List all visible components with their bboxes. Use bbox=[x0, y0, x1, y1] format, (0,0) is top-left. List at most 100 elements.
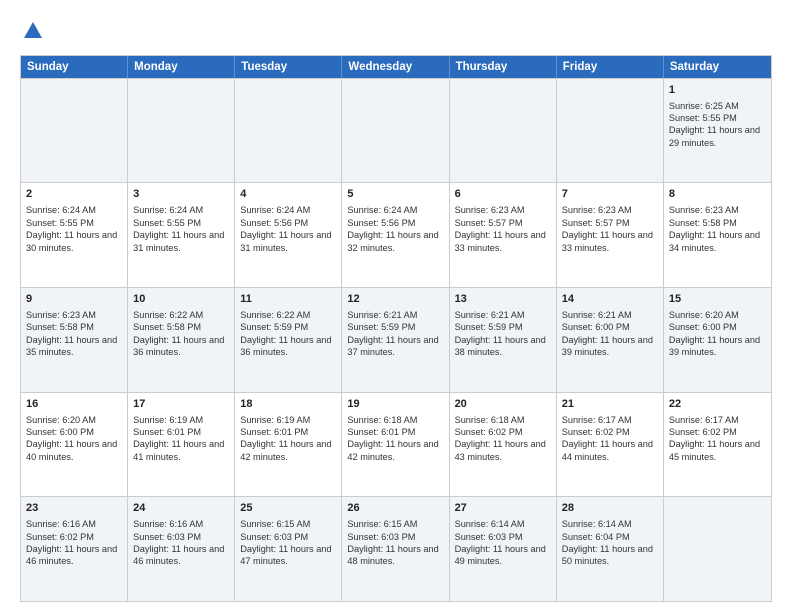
cell-day-number: 13 bbox=[455, 292, 551, 307]
cell-info-text: Sunrise: 6:23 AM bbox=[669, 204, 766, 216]
cell-info-text: Daylight: 11 hours and 40 minutes. bbox=[26, 438, 122, 463]
cell-info-text: Sunset: 5:55 PM bbox=[26, 217, 122, 229]
calendar-cell-4-4: 19Sunrise: 6:18 AMSunset: 6:01 PMDayligh… bbox=[342, 393, 449, 497]
cell-day-number: 21 bbox=[562, 397, 658, 412]
calendar-cell-3-4: 12Sunrise: 6:21 AMSunset: 5:59 PMDayligh… bbox=[342, 288, 449, 392]
cell-info-text: Daylight: 11 hours and 35 minutes. bbox=[26, 334, 122, 359]
cell-day-number: 6 bbox=[455, 187, 551, 202]
cell-info-text: Daylight: 11 hours and 29 minutes. bbox=[669, 124, 766, 149]
calendar-cell-5-7 bbox=[664, 497, 771, 601]
calendar-cell-4-1: 16Sunrise: 6:20 AMSunset: 6:00 PMDayligh… bbox=[21, 393, 128, 497]
cell-info-text: Sunrise: 6:24 AM bbox=[133, 204, 229, 216]
header bbox=[20, 16, 772, 47]
calendar-cell-1-7: 1Sunrise: 6:25 AMSunset: 5:55 PMDaylight… bbox=[664, 79, 771, 183]
calendar-row-3: 9Sunrise: 6:23 AMSunset: 5:58 PMDaylight… bbox=[21, 287, 771, 392]
calendar-cell-1-2 bbox=[128, 79, 235, 183]
cell-day-number: 7 bbox=[562, 187, 658, 202]
cell-info-text: Sunrise: 6:23 AM bbox=[562, 204, 658, 216]
cell-info-text: Sunset: 5:57 PM bbox=[455, 217, 551, 229]
cell-info-text: Sunrise: 6:21 AM bbox=[562, 309, 658, 321]
cell-info-text: Sunset: 5:59 PM bbox=[347, 321, 443, 333]
cell-info-text: Sunset: 6:02 PM bbox=[455, 426, 551, 438]
calendar-cell-4-5: 20Sunrise: 6:18 AMSunset: 6:02 PMDayligh… bbox=[450, 393, 557, 497]
calendar-cell-2-6: 7 Sunrise: 6:23 AMSunset: 5:57 PMDaylight… bbox=[557, 183, 664, 287]
weekday-header-thursday: Thursday bbox=[450, 56, 557, 78]
cell-info-text: Sunset: 6:01 PM bbox=[347, 426, 443, 438]
cell-info-text: Sunrise: 6:22 AM bbox=[240, 309, 336, 321]
cell-info-text: Sunset: 6:02 PM bbox=[562, 426, 658, 438]
calendar-cell-2-3: 4Sunrise: 6:24 AMSunset: 5:56 PMDaylight… bbox=[235, 183, 342, 287]
cell-info-text: Sunset: 5:57 PM bbox=[562, 217, 658, 229]
calendar-cell-5-4: 26Sunrise: 6:15 AMSunset: 6:03 PMDayligh… bbox=[342, 497, 449, 601]
cell-info-text: Sunrise: 6:21 AM bbox=[455, 309, 551, 321]
cell-info-text: Sunrise: 6:23 AM bbox=[455, 204, 551, 216]
cell-day-number: 20 bbox=[455, 397, 551, 412]
cell-info-text: Daylight: 11 hours and 46 minutes. bbox=[26, 543, 122, 568]
calendar-cell-3-3: 11Sunrise: 6:22 AMSunset: 5:59 PMDayligh… bbox=[235, 288, 342, 392]
calendar-cell-5-5: 27Sunrise: 6:14 AMSunset: 6:03 PMDayligh… bbox=[450, 497, 557, 601]
logo bbox=[20, 20, 44, 47]
calendar-cell-2-2: 3Sunrise: 6:24 AMSunset: 5:55 PMDaylight… bbox=[128, 183, 235, 287]
calendar-cell-3-7: 15Sunrise: 6:20 AMSunset: 6:00 PMDayligh… bbox=[664, 288, 771, 392]
cell-info-text: Sunrise: 6:24 AM bbox=[26, 204, 122, 216]
cell-info-text: Sunset: 6:02 PM bbox=[669, 426, 766, 438]
cell-info-text: Sunrise: 6:20 AM bbox=[669, 309, 766, 321]
cell-info-text: Sunrise: 6:24 AM bbox=[347, 204, 443, 216]
cell-info-text: Daylight: 11 hours and 30 minutes. bbox=[26, 229, 122, 254]
cell-info-text: Daylight: 11 hours and 34 minutes. bbox=[669, 229, 766, 254]
cell-info-text: Sunrise: 6:22 AM bbox=[133, 309, 229, 321]
calendar-row-5: 23 Sunrise: 6:16 AMSunset: 6:02 PMDayligh… bbox=[21, 496, 771, 601]
cell-info-text: Sunrise: 6:15 AM bbox=[347, 518, 443, 530]
cell-day-number: 4 bbox=[240, 187, 336, 202]
calendar-cell-1-1 bbox=[21, 79, 128, 183]
cell-info-text: Daylight: 11 hours and 45 minutes. bbox=[669, 438, 766, 463]
cell-info-text: Sunset: 5:55 PM bbox=[133, 217, 229, 229]
cell-info-text: Sunrise: 6:17 AM bbox=[562, 414, 658, 426]
cell-day-number: 8 bbox=[669, 187, 766, 202]
cell-info-text: Daylight: 11 hours and 33 minutes. bbox=[562, 229, 658, 254]
cell-info-text: Daylight: 11 hours and 42 minutes. bbox=[347, 438, 443, 463]
cell-day-number: 17 bbox=[133, 397, 229, 412]
cell-info-text: Sunrise: 6:19 AM bbox=[240, 414, 336, 426]
cell-info-text: Sunset: 5:59 PM bbox=[240, 321, 336, 333]
cell-info-text: Sunset: 5:59 PM bbox=[455, 321, 551, 333]
calendar: SundayMondayTuesdayWednesdayThursdayFrid… bbox=[20, 55, 772, 602]
cell-info-text: Sunset: 5:55 PM bbox=[669, 112, 766, 124]
cell-day-number: 15 bbox=[669, 292, 766, 307]
calendar-cell-3-1: 9Sunrise: 6:23 AMSunset: 5:58 PMDaylight… bbox=[21, 288, 128, 392]
cell-info-text: Sunrise: 6:20 AM bbox=[26, 414, 122, 426]
calendar-cell-4-3: 18 Sunrise: 6:19 AMSunset: 6:01 PMDayligh… bbox=[235, 393, 342, 497]
calendar-cell-1-3 bbox=[235, 79, 342, 183]
cell-day-number: 2 bbox=[26, 187, 122, 202]
weekday-header-saturday: Saturday bbox=[664, 56, 771, 78]
calendar-cell-5-1: 23 Sunrise: 6:16 AMSunset: 6:02 PMDayligh… bbox=[21, 497, 128, 601]
cell-info-text: Daylight: 11 hours and 42 minutes. bbox=[240, 438, 336, 463]
calendar-row-2: 2Sunrise: 6:24 AMSunset: 5:55 PMDaylight… bbox=[21, 182, 771, 287]
cell-info-text: Sunset: 5:56 PM bbox=[347, 217, 443, 229]
cell-day-number: 28 bbox=[562, 501, 658, 516]
calendar-cell-3-5: 13Sunrise: 6:21 AMSunset: 5:59 PMDayligh… bbox=[450, 288, 557, 392]
cell-info-text: Sunrise: 6:16 AM bbox=[26, 518, 122, 530]
cell-info-text: Daylight: 11 hours and 36 minutes. bbox=[133, 334, 229, 359]
cell-info-text: Sunset: 6:01 PM bbox=[240, 426, 336, 438]
cell-info-text: Daylight: 11 hours and 31 minutes. bbox=[240, 229, 336, 254]
cell-day-number: 25 bbox=[240, 501, 336, 516]
cell-day-number: 26 bbox=[347, 501, 443, 516]
page: SundayMondayTuesdayWednesdayThursdayFrid… bbox=[0, 0, 792, 612]
cell-info-text: Daylight: 11 hours and 39 minutes. bbox=[669, 334, 766, 359]
cell-info-text: Sunrise: 6:17 AM bbox=[669, 414, 766, 426]
cell-info-text: Sunset: 6:01 PM bbox=[133, 426, 229, 438]
cell-info-text: Daylight: 11 hours and 31 minutes. bbox=[133, 229, 229, 254]
cell-info-text: Daylight: 11 hours and 39 minutes. bbox=[562, 334, 658, 359]
cell-day-number: 11 bbox=[240, 292, 336, 307]
cell-info-text: Sunset: 6:03 PM bbox=[347, 531, 443, 543]
logo-icon bbox=[22, 20, 44, 42]
calendar-cell-4-6: 21Sunrise: 6:17 AMSunset: 6:02 PMDayligh… bbox=[557, 393, 664, 497]
cell-info-text: Sunset: 6:02 PM bbox=[26, 531, 122, 543]
cell-day-number: 18 bbox=[240, 397, 336, 412]
cell-day-number: 23 bbox=[26, 501, 122, 516]
cell-info-text: Sunset: 5:56 PM bbox=[240, 217, 336, 229]
calendar-header: SundayMondayTuesdayWednesdayThursdayFrid… bbox=[21, 56, 771, 78]
calendar-cell-2-5: 6 Sunrise: 6:23 AMSunset: 5:57 PMDaylight… bbox=[450, 183, 557, 287]
cell-info-text: Daylight: 11 hours and 33 minutes. bbox=[455, 229, 551, 254]
